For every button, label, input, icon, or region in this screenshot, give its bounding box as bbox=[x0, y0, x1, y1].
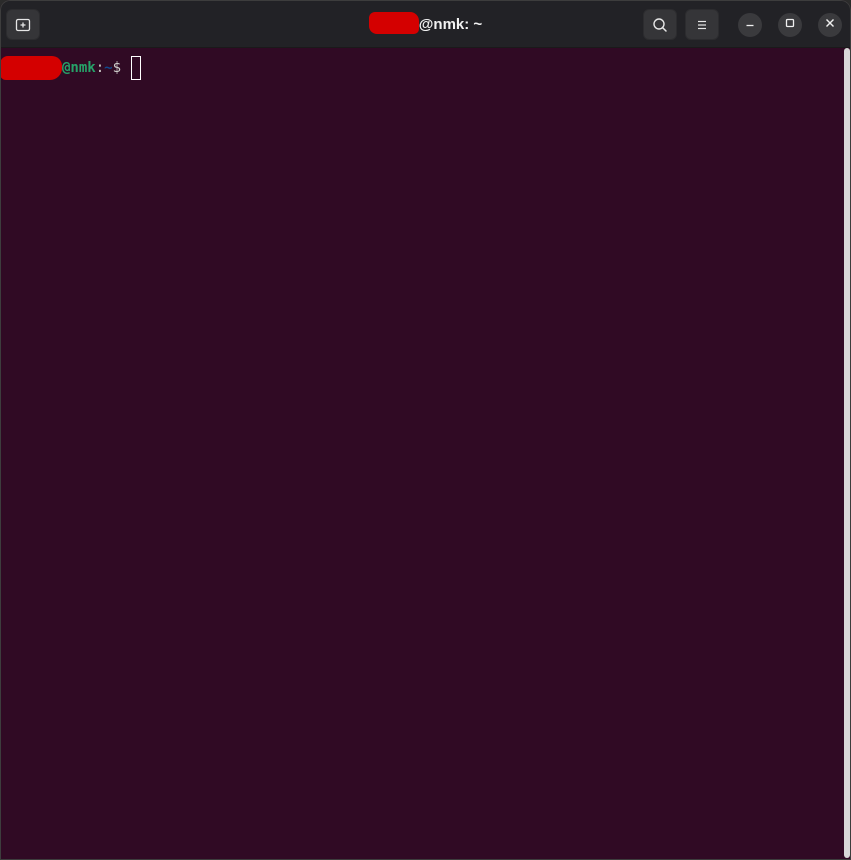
prompt-line: @nmk : ~ $ bbox=[0, 56, 142, 80]
header-bar: @nmk: ~ bbox=[0, 0, 851, 48]
window-title-text: @nmk: ~ bbox=[418, 15, 483, 33]
prompt-separator: : bbox=[95, 60, 105, 76]
prompt-dollar: $ bbox=[112, 60, 130, 76]
minimize-button[interactable] bbox=[738, 13, 762, 37]
redacted-prompt-username bbox=[0, 56, 62, 80]
close-button[interactable] bbox=[818, 13, 842, 37]
maximize-button[interactable] bbox=[778, 13, 802, 37]
new-tab-button[interactable] bbox=[6, 9, 40, 40]
search-icon bbox=[652, 17, 668, 33]
hamburger-menu-icon bbox=[694, 17, 710, 33]
scrollbar[interactable] bbox=[844, 48, 850, 858]
menu-button[interactable] bbox=[685, 9, 719, 40]
new-tab-icon bbox=[15, 17, 31, 33]
search-button[interactable] bbox=[643, 9, 677, 40]
prompt-path: ~ bbox=[104, 60, 113, 76]
text-cursor bbox=[131, 56, 142, 80]
terminal-window: @nmk: ~ @nmk: ~ $ bbox=[0, 0, 851, 860]
redacted-username bbox=[368, 12, 419, 34]
window-title: @nmk: ~ bbox=[0, 0, 851, 48]
minimize-icon bbox=[744, 16, 756, 34]
maximize-icon bbox=[784, 16, 796, 34]
close-icon bbox=[824, 16, 836, 34]
prompt-host: @nmk bbox=[62, 60, 96, 76]
terminal-area[interactable]: @nmk : ~ $ bbox=[0, 48, 851, 860]
